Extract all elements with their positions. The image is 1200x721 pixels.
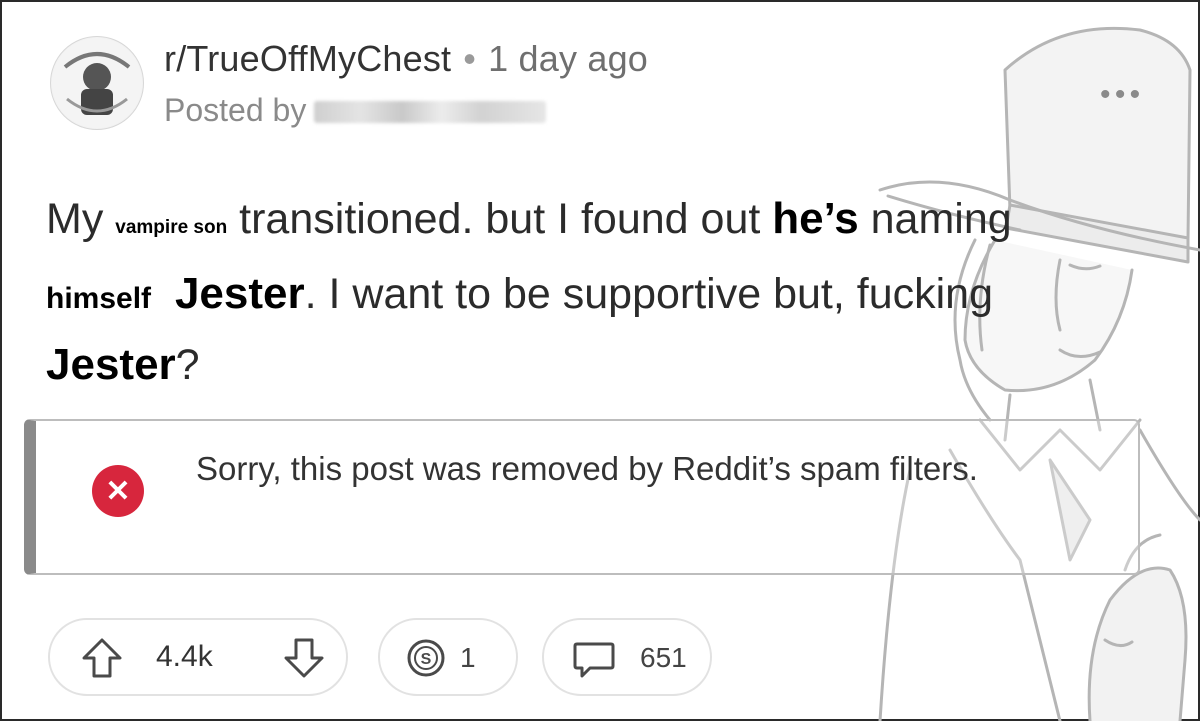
title-part-3: naming [858, 195, 1012, 243]
title-part-5: ? [175, 341, 200, 389]
comments-button[interactable]: 651 [542, 618, 712, 696]
vote-count: 4.4k [156, 640, 213, 673]
vote-pill: 4.4k [48, 618, 348, 696]
subreddit-avatar-art [52, 38, 142, 128]
title-overlay-name-1: Jester [174, 269, 305, 318]
removed-notice-text: Sorry, this post was removed by Reddit’s… [196, 450, 978, 487]
title-overlay-name-2: Jester [46, 340, 176, 389]
more-options-icon[interactable]: • • • [1100, 78, 1140, 112]
award-count: 1 [460, 642, 476, 673]
title-overlay-reflexive: himself [46, 282, 152, 315]
comment-count: 651 [640, 642, 687, 673]
upvote-arrow-icon[interactable] [80, 636, 124, 680]
post-time: 1 day ago [488, 38, 649, 79]
title-overlay-pronoun: he’s [772, 194, 859, 243]
post-title[interactable]: My vampire son transitioned. but I found… [46, 186, 1126, 398]
posted-by-label: Posted by [164, 92, 307, 128]
blurred-username [314, 101, 547, 123]
posted-by: Posted by [164, 92, 547, 129]
removed-notice: ✕ Sorry, this post was removed by Reddit… [24, 419, 1140, 575]
separator-dot: • [463, 38, 477, 79]
comment-bubble-icon [573, 642, 615, 678]
title-part-4: . I want to be supportive but, fucking [304, 270, 994, 318]
error-x-icon: ✕ [92, 465, 144, 517]
subreddit-line: r/TrueOffMyChest • 1 day ago [164, 38, 648, 80]
title-part-2: transitioned. but I found out [227, 195, 773, 243]
award-button[interactable]: S 1 [378, 618, 518, 696]
svg-text:S: S [421, 651, 432, 668]
subreddit-avatar[interactable] [50, 36, 144, 130]
subreddit-name[interactable]: r/TrueOffMyChest [164, 38, 451, 79]
award-coin-icon: S [407, 639, 445, 677]
title-overlay-subject: vampire son [115, 217, 228, 238]
title-part-1: My [46, 195, 116, 243]
downvote-arrow-icon[interactable] [282, 636, 326, 680]
